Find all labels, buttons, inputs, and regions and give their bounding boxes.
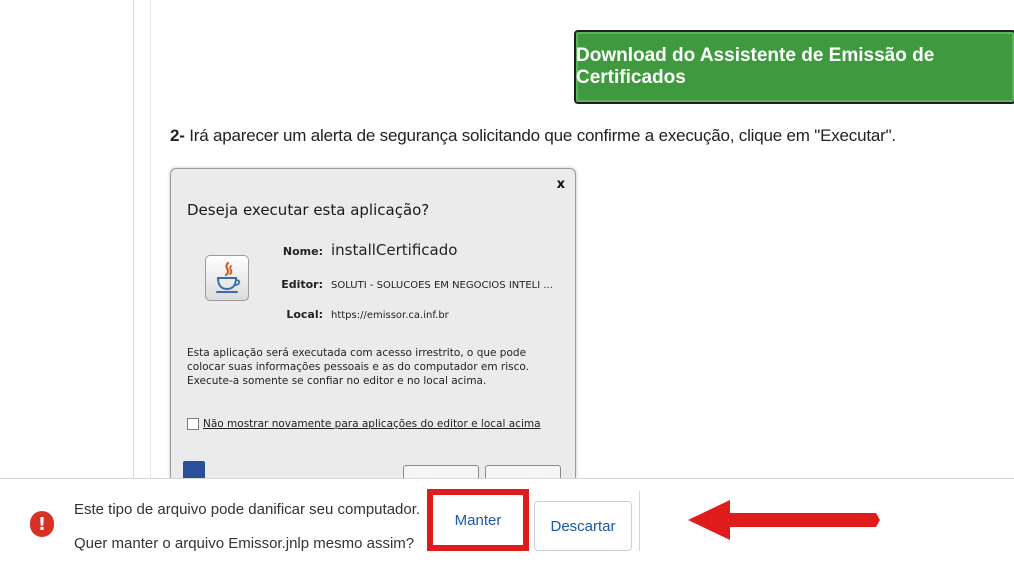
content-divider bbox=[150, 0, 151, 478]
local-label: Local: bbox=[286, 308, 323, 321]
name-row: Nome: installCertificado bbox=[275, 241, 458, 259]
name-label: Nome: bbox=[282, 245, 323, 258]
step-2-instruction: 2- Irá aparecer um alerta de segurança s… bbox=[170, 126, 896, 146]
step-number: 2- bbox=[170, 126, 185, 145]
checkbox-box[interactable] bbox=[187, 418, 199, 430]
local-value: https://emissor.ca.inf.br bbox=[331, 310, 449, 321]
dialog-cancel-button[interactable] bbox=[485, 465, 561, 478]
red-arrow-icon bbox=[688, 500, 880, 540]
dialog-description: Esta aplicação será executada com acesso… bbox=[187, 347, 529, 387]
left-rail bbox=[0, 0, 134, 478]
step-text: Irá aparecer um alerta de segurança soli… bbox=[184, 126, 896, 145]
name-value: installCertificado bbox=[331, 241, 458, 259]
download-warning-bar: ! Este tipo de arquivo pode danificar se… bbox=[0, 478, 1014, 563]
dialog-title: Deseja executar esta aplicação? bbox=[187, 201, 430, 219]
warning-icon: ! bbox=[30, 511, 54, 537]
keep-button[interactable]: Manter bbox=[427, 489, 529, 551]
dialog-run-button[interactable] bbox=[403, 465, 479, 478]
info-shield-icon bbox=[183, 461, 205, 478]
java-icon bbox=[205, 255, 249, 301]
warning-message-line1: Este tipo de arquivo pode danificar seu … bbox=[74, 501, 421, 518]
editor-row: Editor: SOLUTI - SOLUCOES EM NEGOCIOS INT… bbox=[275, 278, 553, 291]
checkbox-label: Não mostrar novamente para aplicações do… bbox=[203, 418, 541, 430]
discard-button[interactable]: Descartar bbox=[534, 501, 632, 551]
editor-label: Editor: bbox=[281, 278, 323, 291]
bar-separator bbox=[639, 491, 640, 551]
java-security-dialog: x Deseja executar esta aplicação? Nome: i… bbox=[170, 168, 576, 478]
local-row: Local: https://emissor.ca.inf.br bbox=[275, 308, 449, 321]
download-assistant-button[interactable]: Download do Assistente de Emissão de Cer… bbox=[574, 30, 1014, 104]
editor-value: SOLUTI - SOLUCOES EM NEGOCIOS INTELI ... bbox=[331, 280, 553, 291]
warning-message-line2: Quer manter o arquivo Emissor.jnlp mesmo… bbox=[74, 535, 415, 552]
dont-show-again-checkbox[interactable]: Não mostrar novamente para aplicações do… bbox=[187, 418, 541, 430]
close-icon[interactable]: x bbox=[557, 177, 565, 192]
